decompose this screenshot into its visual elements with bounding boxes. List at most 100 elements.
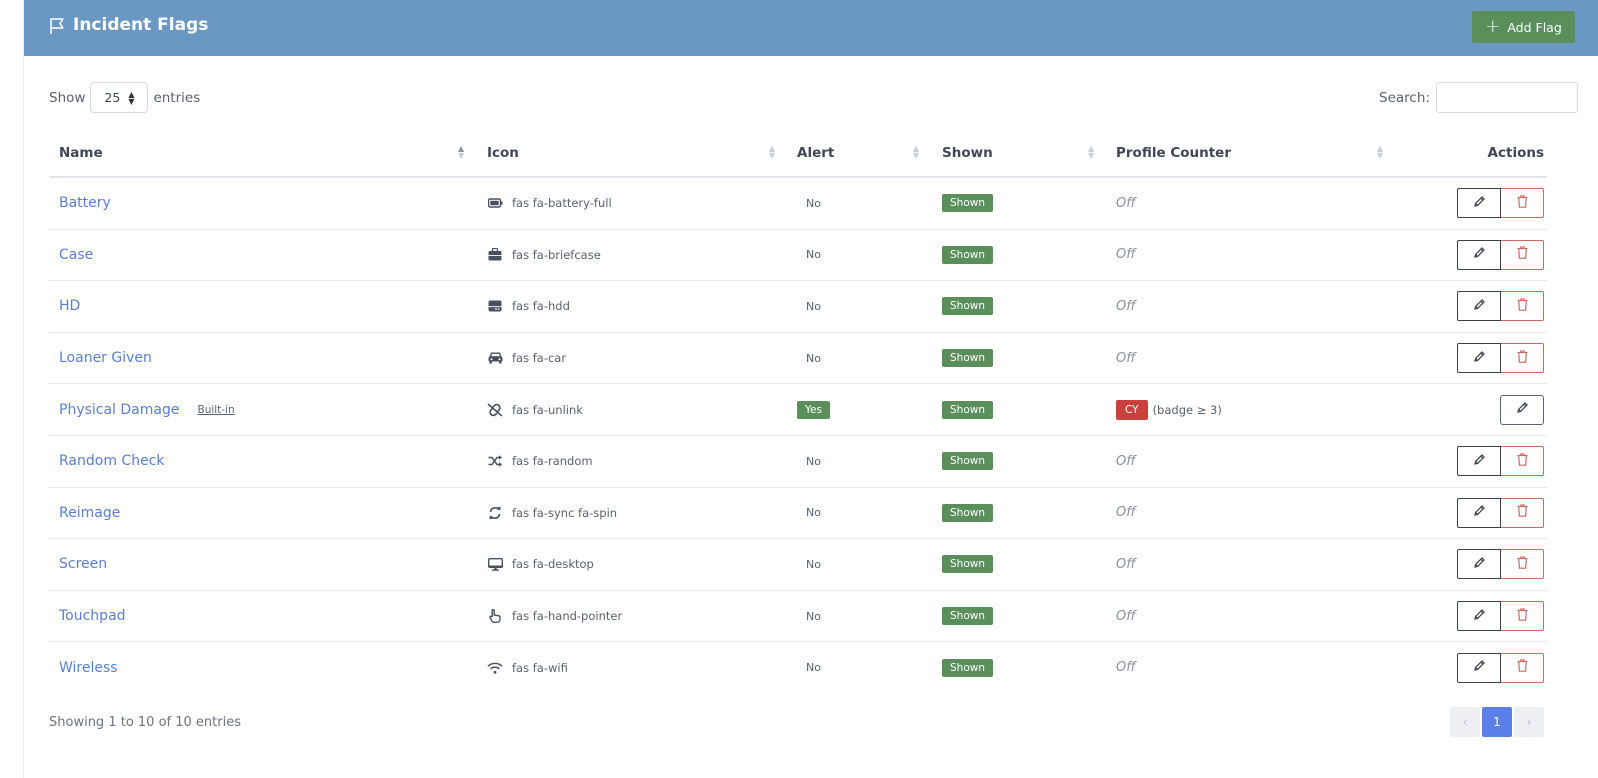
shown-cell: Shown xyxy=(942,642,993,693)
name-cell: Physical Damage Built-in xyxy=(59,384,235,435)
actions-cell xyxy=(1429,333,1544,384)
pencil-icon xyxy=(1473,608,1486,625)
shown-badge: Shown xyxy=(942,607,993,626)
sort-icon: ▲ ▼ xyxy=(1377,144,1384,160)
flag-name-link[interactable]: Physical Damage xyxy=(59,402,179,418)
actions-cell xyxy=(1429,642,1544,693)
name-cell: Battery xyxy=(59,178,111,229)
table-row: Wireless fas fa-wifi No Shown Off xyxy=(49,641,1547,693)
name-cell: Reimage xyxy=(59,488,120,539)
flags-table: Name ▲ ▼ Icon ▲ ▼ Alert ▲ ▼ Shown ▲ ▼ Profil… xyxy=(49,130,1547,693)
delete-button[interactable] xyxy=(1501,549,1544,580)
add-flag-button[interactable]: + Add Flag xyxy=(1472,11,1575,43)
delete-button[interactable] xyxy=(1501,239,1544,270)
edit-button[interactable] xyxy=(1500,394,1544,425)
edit-button[interactable] xyxy=(1457,343,1501,374)
table-row: Touchpad fas fa-hand-pointer No Shown Off xyxy=(49,589,1547,642)
wifi-icon xyxy=(487,660,503,676)
shown-cell: Shown xyxy=(942,591,993,642)
delete-button[interactable] xyxy=(1501,652,1544,683)
edit-button[interactable] xyxy=(1457,497,1501,528)
card-header: Incident Flags + Add Flag xyxy=(24,0,1598,56)
edit-button[interactable] xyxy=(1457,188,1501,219)
profile-counter-value: Off xyxy=(1116,453,1136,469)
icon-class-text: fas fa-battery-full xyxy=(512,196,612,211)
alert-cell: No xyxy=(797,281,821,332)
icon-cell: fas fa-wifi xyxy=(487,642,568,693)
shown-cell: Shown xyxy=(942,384,993,435)
delete-button[interactable] xyxy=(1501,497,1544,528)
next-page-button[interactable]: › xyxy=(1514,707,1544,737)
edit-button[interactable] xyxy=(1457,601,1501,632)
edit-button[interactable] xyxy=(1457,446,1501,477)
column-header-name[interactable]: Name xyxy=(59,130,103,176)
shown-cell: Shown xyxy=(942,230,993,281)
delete-button[interactable] xyxy=(1501,343,1544,374)
delete-button[interactable] xyxy=(1501,446,1544,477)
table-row: Random Check fas fa-random No Shown Off xyxy=(49,434,1547,487)
battery-full-icon xyxy=(487,195,503,211)
edit-button[interactable] xyxy=(1457,652,1501,683)
flag-name-link[interactable]: Battery xyxy=(59,195,111,211)
edit-button[interactable] xyxy=(1457,549,1501,580)
alert-badge: Yes xyxy=(797,400,830,419)
alert-cell: No xyxy=(797,539,821,590)
actions-cell xyxy=(1429,488,1544,539)
page-1-button[interactable]: 1 xyxy=(1482,707,1512,737)
alert-cell: No xyxy=(797,642,821,693)
previous-page-button[interactable]: ‹ xyxy=(1450,707,1480,737)
flag-icon xyxy=(50,18,64,34)
page-title: Incident Flags xyxy=(73,15,209,35)
delete-button[interactable] xyxy=(1501,601,1544,632)
actions-cell xyxy=(1429,281,1544,332)
hdd-icon xyxy=(487,298,503,314)
flag-name-link[interactable]: Touchpad xyxy=(59,608,126,624)
search-input[interactable] xyxy=(1435,82,1578,113)
entries-select[interactable]: 25 ▲ ▼ xyxy=(90,82,149,113)
flag-name-link[interactable]: Screen xyxy=(59,556,107,572)
name-cell: Wireless xyxy=(59,642,118,693)
name-cell: Random Check xyxy=(59,436,164,487)
profile-counter-cell: Off xyxy=(1116,436,1136,487)
search-box: Search: xyxy=(1379,82,1578,113)
column-header-alert[interactable]: Alert xyxy=(797,130,834,176)
delete-button[interactable] xyxy=(1501,291,1544,322)
column-header-icon[interactable]: Icon xyxy=(487,130,519,176)
column-header-shown[interactable]: Shown xyxy=(942,130,993,176)
table-info: Showing 1 to 10 of 10 entries xyxy=(49,715,241,730)
alert-cell: No xyxy=(797,591,821,642)
delete-button[interactable] xyxy=(1501,188,1544,219)
alert-cell: No xyxy=(797,230,821,281)
alert-value: No xyxy=(806,557,821,571)
flag-name-link[interactable]: Reimage xyxy=(59,505,120,521)
pencil-icon xyxy=(1473,659,1486,676)
flag-name-link[interactable]: Case xyxy=(59,247,93,263)
pencil-icon xyxy=(1473,556,1486,573)
alert-value: No xyxy=(806,196,821,210)
icon-cell: fas fa-hand-pointer xyxy=(487,591,622,642)
trash-icon xyxy=(1517,246,1528,263)
shown-cell: Shown xyxy=(942,178,993,229)
column-header-profile-counter[interactable]: Profile Counter xyxy=(1116,130,1231,176)
profile-counter-cell: Off xyxy=(1116,178,1136,229)
flag-name-link[interactable]: Loaner Given xyxy=(59,350,152,366)
shown-cell: Shown xyxy=(942,539,993,590)
table-row: HD fas fa-hdd No Shown Off xyxy=(49,280,1547,332)
icon-cell: fas fa-briefcase xyxy=(487,230,601,281)
edit-button[interactable] xyxy=(1457,239,1501,270)
icon-cell: fas fa-sync fa-spin xyxy=(487,488,617,539)
trash-icon xyxy=(1517,195,1528,212)
pencil-icon xyxy=(1473,298,1486,315)
flag-name-link[interactable]: Random Check xyxy=(59,453,164,469)
table-row: Battery fas fa-battery-full No Shown Off xyxy=(49,177,1547,229)
flag-name-link[interactable]: HD xyxy=(59,298,80,314)
length-menu: Show 25 ▲ ▼ entries xyxy=(49,82,200,113)
icon-class-text: fas fa-hdd xyxy=(512,299,570,314)
unlink-icon xyxy=(487,402,503,418)
trash-icon xyxy=(1517,659,1528,676)
profile-counter-cell: Off xyxy=(1116,642,1136,693)
icon-class-text: fas fa-hand-pointer xyxy=(512,609,623,624)
flag-name-link[interactable]: Wireless xyxy=(59,660,118,676)
profile-counter-value: Off xyxy=(1116,505,1136,521)
edit-button[interactable] xyxy=(1457,291,1501,322)
